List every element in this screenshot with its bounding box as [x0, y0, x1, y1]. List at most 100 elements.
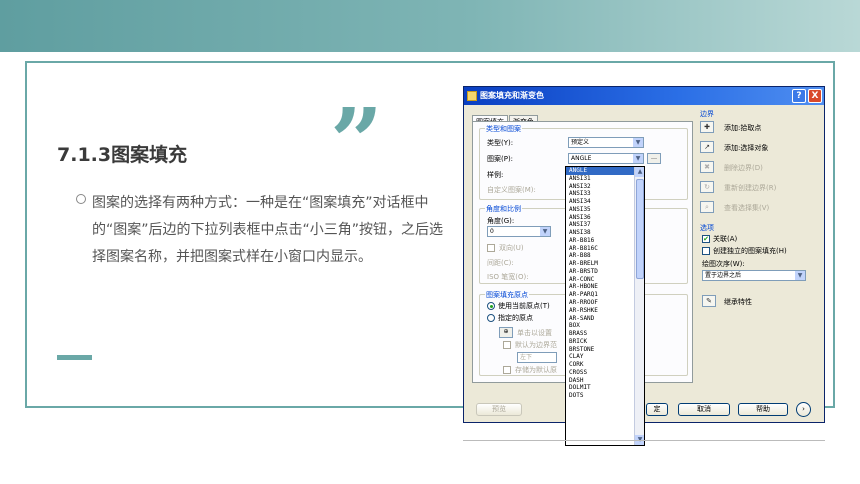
top-banner — [0, 0, 860, 52]
type-pattern-group-label: 类型和图案 — [485, 124, 522, 134]
remove-boundary-icon[interactable]: ✖ — [700, 161, 714, 173]
quote-mark-icon: ” — [330, 96, 383, 166]
inherit-icon[interactable]: ✎ — [702, 295, 716, 307]
pattern-option[interactable]: BRICK — [566, 338, 644, 346]
help-icon[interactable]: ? — [792, 89, 806, 103]
pattern-option[interactable]: AR-B88 — [566, 252, 644, 260]
add-select-button[interactable]: 添加:选择对象 — [724, 143, 768, 153]
type-select[interactable]: 预定义 ▼ — [568, 137, 644, 148]
inherit-button[interactable]: 继承特性 — [724, 297, 752, 307]
pattern-option[interactable]: AR-RROOF — [566, 299, 644, 307]
chevron-down-icon: ▼ — [540, 227, 550, 236]
dialog-titlebar: 图案填充和渐变色 ? X — [464, 87, 824, 105]
pattern-option[interactable]: ANSI31 — [566, 175, 644, 183]
search-icon[interactable]: ⌕ — [700, 201, 714, 213]
pattern-option[interactable]: CROSS — [566, 369, 644, 377]
chevron-down-icon: ▼ — [795, 271, 805, 280]
corner-select[interactable]: 左下 — [517, 352, 557, 363]
add-pick-button[interactable]: 添加:拾取点 — [724, 123, 761, 133]
default-boundary-checkbox[interactable] — [503, 341, 511, 349]
double-label: 双向(U) — [499, 244, 524, 252]
close-icon[interactable]: X — [808, 89, 822, 103]
recreate-boundary-button[interactable]: 重新创建边界(R) — [724, 183, 776, 193]
pattern-option[interactable]: AR-BRSTD — [566, 268, 644, 276]
dropdown-scrollbar[interactable]: ▲ ▼ — [634, 167, 644, 445]
select-objects-icon[interactable]: ↗ — [700, 141, 714, 153]
chevron-down-icon: ▼ — [633, 154, 643, 163]
use-current-label: 使用当前原点(T) — [498, 302, 550, 310]
pattern-option[interactable]: ANSI37 — [566, 221, 644, 229]
swatch-label: 样例: — [487, 171, 504, 179]
set-origin-button[interactable]: ⊕ — [499, 327, 513, 338]
pattern-option[interactable]: AR-RSHKE — [566, 307, 644, 315]
expand-icon[interactable]: › — [796, 402, 811, 417]
slide-title: 7.1.3图案填充 — [57, 144, 188, 166]
click-set-label: 单击以设置 — [517, 329, 552, 337]
pattern-option[interactable]: ANGLE — [566, 167, 644, 175]
remove-boundary-button[interactable]: 删除边界(D) — [724, 163, 763, 173]
pattern-option[interactable]: AR-HBONE — [566, 283, 644, 291]
pattern-select[interactable]: ANGLE ▼ — [568, 153, 644, 164]
pattern-option[interactable]: CLAY — [566, 353, 644, 361]
iso-width-label: ISO 笔宽(O): — [487, 273, 529, 281]
pattern-option[interactable]: ANSI34 — [566, 198, 644, 206]
draw-order-select[interactable]: 置于边界之后 ▼ — [702, 270, 806, 281]
store-default-label: 存储为默认原 — [515, 366, 557, 374]
bullet-text: 图案的选择有两种方式：一种是在“图案填充”对话框中的“图案”后边的下拉列表框中点… — [92, 195, 444, 265]
accent-bar — [57, 355, 92, 360]
app-icon — [467, 91, 477, 101]
pattern-option[interactable]: AR-PARQ1 — [566, 291, 644, 299]
specified-label: 指定的原点 — [498, 314, 533, 322]
chevron-up-icon[interactable]: ▲ — [635, 167, 644, 177]
pattern-option[interactable]: AR-B816C — [566, 245, 644, 253]
pattern-option[interactable]: ANSI33 — [566, 190, 644, 198]
preview-button[interactable]: 预览 — [476, 403, 522, 416]
independent-checkbox[interactable] — [702, 247, 710, 255]
pick-point-icon[interactable]: ✚ — [700, 121, 714, 133]
associative-checkbox[interactable]: ✔ — [702, 235, 710, 243]
recreate-boundary-icon[interactable]: ↻ — [700, 181, 714, 193]
default-boundary-label: 默认为边界范 — [515, 341, 557, 349]
pattern-option[interactable]: AR-B816 — [566, 237, 644, 245]
pattern-browse-button[interactable]: … — [647, 153, 661, 164]
pattern-option[interactable]: DASH — [566, 377, 644, 385]
scrollbar-thumb[interactable] — [636, 179, 644, 279]
pattern-option[interactable]: DOTS — [566, 392, 644, 400]
boundary-label: 边界 — [700, 110, 714, 118]
pattern-option[interactable]: BRSTONE — [566, 346, 644, 354]
store-default-checkbox[interactable] — [503, 366, 511, 374]
origin-group-label: 图案填充原点 — [485, 290, 529, 300]
pattern-option[interactable]: CORK — [566, 361, 644, 369]
custom-pattern-label: 自定义图案(M): — [487, 186, 536, 194]
divider — [463, 440, 825, 441]
type-label: 类型(Y): — [487, 139, 514, 147]
pattern-option[interactable]: AR-SAND — [566, 315, 644, 323]
independent-label: 创建独立的图案填充(H) — [713, 247, 787, 255]
ok-button[interactable]: 定 — [646, 403, 668, 416]
bullet-circle-icon — [76, 194, 86, 204]
pattern-dropdown-list[interactable]: ANGLE ANSI31 ANSI32 ANSI33 ANSI34 ANSI35 ANSI3… — [565, 166, 645, 446]
pattern-option[interactable]: BRASS — [566, 330, 644, 338]
pattern-option[interactable]: ANSI38 — [566, 229, 644, 237]
options-label: 选项 — [700, 224, 714, 232]
pattern-option[interactable]: ANSI35 — [566, 206, 644, 214]
pattern-option[interactable]: ANSI32 — [566, 183, 644, 191]
draw-order-label: 绘图次序(W): — [702, 260, 745, 268]
pattern-option[interactable]: DOLMIT — [566, 384, 644, 392]
pattern-option[interactable]: AR-CONC — [566, 276, 644, 284]
double-checkbox[interactable] — [487, 244, 495, 252]
spacing-label: 间距(C): — [487, 259, 514, 267]
dialog-title: 图案填充和渐变色 — [480, 91, 544, 100]
specified-radio[interactable] — [487, 314, 495, 322]
help-button[interactable]: 帮助 — [738, 403, 788, 416]
pattern-option[interactable]: ANSI36 — [566, 214, 644, 222]
cancel-button[interactable]: 取消 — [678, 403, 730, 416]
pattern-label: 图案(P): — [487, 155, 514, 163]
pattern-option[interactable]: AR-BRELM — [566, 260, 644, 268]
pattern-option[interactable]: BOX — [566, 322, 644, 330]
tab-bar: 图案填充渐变色 — [472, 109, 539, 127]
pattern-list-items: ANGLE ANSI31 ANSI32 ANSI33 ANSI34 ANSI35 ANSI3… — [566, 167, 644, 400]
use-current-radio[interactable] — [487, 302, 495, 310]
view-selection-button[interactable]: 查看选择集(V) — [724, 203, 769, 213]
angle-select[interactable]: 0 ▼ — [487, 226, 551, 237]
